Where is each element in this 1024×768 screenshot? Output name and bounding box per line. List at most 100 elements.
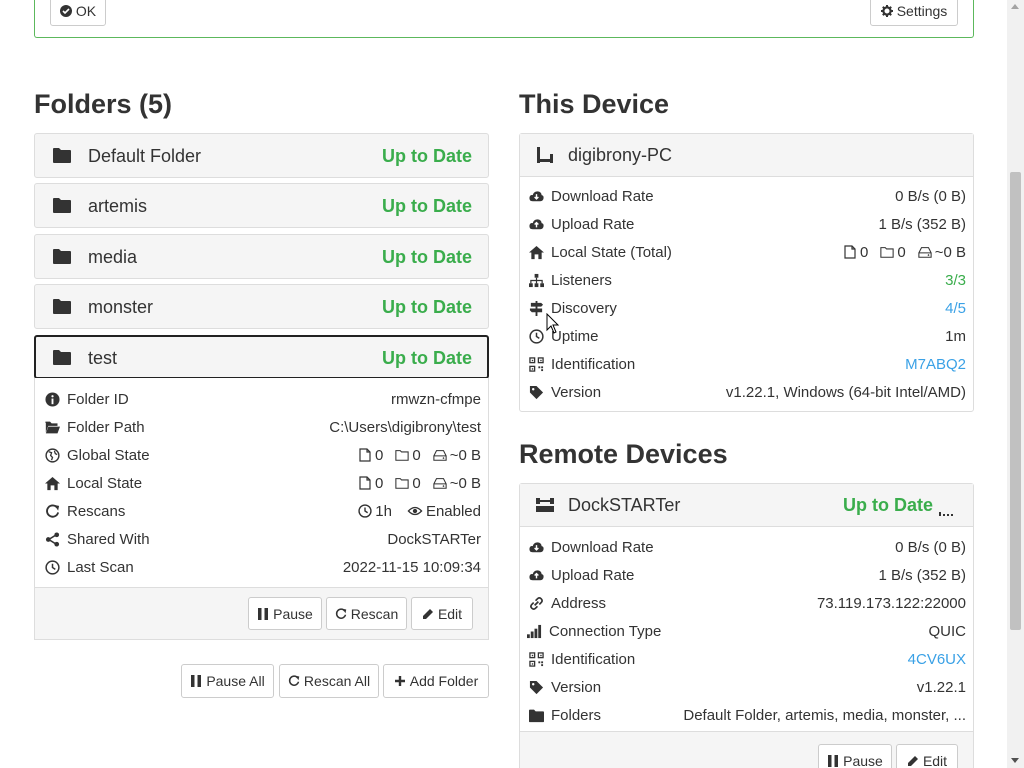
rd-identification-link[interactable]: 4CV6UX [908,645,966,673]
this-device-header[interactable]: digibrony-PC [520,134,973,177]
pause-all-button[interactable]: Pause All [181,664,274,698]
edit-icon [907,755,919,767]
rd-address-row: Address [528,589,606,617]
folder-panel-artemis[interactable]: artemis Up to Date [34,183,489,228]
scroll-down-arrow-icon[interactable] [1011,758,1019,763]
folder-path-label: Folder Path [67,418,145,436]
td-upload-value: 1 B/s (352 B) [878,215,966,233]
last-scan-value: 2022-11-15 10:09:34 [342,558,481,576]
remote-device-header[interactable]: DockSTARTer Up to Date [520,484,973,527]
global-files: 0 [375,446,384,464]
folder-status: Up to Date [382,196,472,216]
local-dirs: 0 [412,474,421,492]
info-icon [45,392,60,407]
rd-connection-type-value: QUIC [928,622,967,640]
folder-icon [529,708,544,723]
page-scrollbar[interactable] [1007,0,1024,768]
local-size: ~0 B [449,474,481,492]
shared-with-label: Shared With [67,530,150,548]
remote-pause-button[interactable]: Pause [818,744,892,768]
rescans-row: Rescans [44,497,125,525]
folder-name: test [88,348,118,368]
global-size: ~0 B [449,446,481,464]
folder-path-row: Folder Path [44,413,145,441]
td-local-state-row: Local State (Total) [528,238,672,266]
refresh-icon [335,608,347,620]
rd-download-row: Download Rate [528,533,654,561]
folder-panel-media[interactable]: media Up to Date [34,234,489,279]
td-local-size: ~0 B [934,243,966,261]
scroll-up-arrow-icon[interactable] [1011,4,1019,9]
td-identification-label: Identification [551,355,636,373]
td-listeners-label: Listeners [551,271,612,289]
folder-open-icon [45,420,60,435]
refresh-icon [288,675,300,687]
clock-icon [358,504,372,518]
globe-icon [45,448,60,463]
td-uptime-row: Uptime [528,322,599,350]
pause-all-label: Pause All [206,673,265,689]
rescan-all-label: Rescan All [303,673,371,689]
clock-icon [45,560,60,575]
remote-edit-button[interactable]: Edit [896,744,958,768]
rd-connection-type-row: Connection Type [526,617,661,645]
td-upload-label: Upload Rate [551,215,635,233]
ok-button[interactable]: OK [50,0,106,26]
folder-status: Up to Date [382,146,472,166]
folder-icon [53,349,71,365]
local-state-row: Local State [44,469,142,497]
folder-edit-button[interactable]: Edit [411,597,473,630]
refresh-icon [45,504,60,519]
folder-panel-test[interactable]: test Up to Date [34,335,489,379]
rd-folders-row: Folders [528,701,601,729]
local-state-label: Local State [67,474,143,492]
pause-label: Pause [843,752,883,768]
folder-path-value: C:\Users\digibrony\test [329,418,481,436]
cloud-download-icon [529,540,544,555]
file-icon [843,245,857,259]
folder-id-row: Folder ID [44,385,129,413]
folder-status: Up to Date [382,348,472,368]
this-device-heading: This Device [519,89,670,119]
status-alert [34,0,974,38]
folder-pause-button[interactable]: Pause [248,597,322,630]
add-folder-button[interactable]: Add Folder [383,664,489,698]
signal-icon [939,512,953,516]
file-icon [358,476,372,490]
td-listeners-link[interactable]: 3/3 [945,266,966,294]
devices-icon [535,496,555,514]
folder-name: Default Folder [88,146,202,166]
remote-devices-heading: Remote Devices [519,439,728,469]
remote-device-name: DockSTARTer [568,495,681,515]
share-icon [45,532,60,547]
local-files: 0 [375,474,384,492]
settings-button[interactable]: Settings [870,0,958,26]
folder-outline-icon [395,448,409,462]
shared-with-value: DockSTARTer [387,530,481,548]
folder-name: artemis [88,196,148,216]
folder-panel-default-folder[interactable]: Default Folder Up to Date [34,133,489,178]
rd-identification-row: Identification [528,645,635,673]
folder-rescan-button[interactable]: Rescan [326,597,407,630]
rd-upload-label: Upload Rate [551,566,635,584]
signpost-icon [529,301,544,316]
td-discovery-link[interactable]: 4/5 [945,294,966,322]
folder-name: monster [88,297,154,317]
folder-icon [53,298,71,314]
td-download-value: 0 B/s (0 B) [895,187,966,205]
scroll-thumb[interactable] [1010,172,1021,630]
hdd-icon [918,245,932,259]
settings-label: Settings [896,3,948,19]
td-local-state-label: Local State (Total) [551,243,672,261]
pause-icon [257,608,269,620]
remote-device-status: Up to Date [843,495,933,515]
rescan-all-button[interactable]: Rescan All [279,664,379,698]
folder-status: Up to Date [382,297,472,317]
sitemap-icon [529,273,544,288]
td-identification-row: Identification [528,350,635,378]
td-identification-link[interactable]: M7ABQ2 [905,350,966,378]
cloud-upload-icon [529,568,544,583]
folder-panel-monster[interactable]: monster Up to Date [34,284,489,329]
tag-icon [529,385,544,400]
td-local-files: 0 [860,243,869,261]
